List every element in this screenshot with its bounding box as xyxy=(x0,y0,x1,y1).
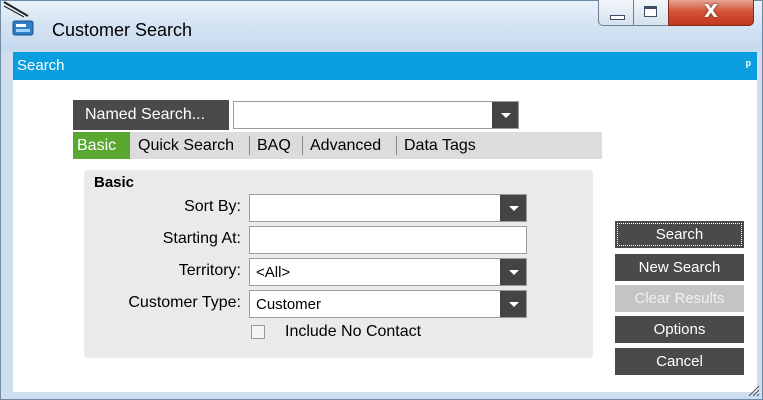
maximize-button[interactable] xyxy=(633,0,669,26)
cancel-button[interactable]: Cancel xyxy=(615,348,744,375)
sort-by-combo[interactable] xyxy=(249,194,527,222)
chevron-down-icon[interactable] xyxy=(500,291,526,317)
chevron-down-icon[interactable] xyxy=(500,195,526,221)
territory-label: Territory: xyxy=(178,262,241,279)
chevron-down-icon[interactable] xyxy=(500,259,526,285)
named-search-button[interactable]: Named Search... xyxy=(73,100,229,130)
options-button[interactable]: Options xyxy=(615,316,744,343)
window-title: Customer Search xyxy=(52,20,193,40)
pin-icon[interactable]: ᵖ xyxy=(746,57,751,72)
include-no-contact-checkbox[interactable] xyxy=(251,325,265,339)
territory-value: <All> xyxy=(256,264,291,281)
maximize-icon xyxy=(644,6,657,17)
search-panel-header: Search ᵖ xyxy=(13,52,757,80)
customer-type-combo[interactable]: Customer xyxy=(249,290,527,318)
tab-data-tags[interactable]: Data Tags xyxy=(400,132,480,159)
minimize-icon xyxy=(610,15,625,20)
close-icon: X xyxy=(704,1,718,22)
starting-at-input[interactable] xyxy=(249,226,527,254)
panel-title: Search xyxy=(17,57,65,74)
customer-type-label: Customer Type: xyxy=(128,294,241,311)
territory-combo[interactable]: <All> xyxy=(249,258,527,286)
named-search-combo[interactable] xyxy=(233,101,519,129)
search-button[interactable]: Search xyxy=(615,221,744,248)
customer-type-value: Customer xyxy=(256,296,322,313)
tab-advanced[interactable]: Advanced xyxy=(306,132,385,159)
close-button[interactable]: X xyxy=(668,0,754,26)
tab-divider xyxy=(396,136,397,155)
tab-baq[interactable]: BAQ xyxy=(253,132,295,159)
cursor-arrow-icon xyxy=(3,1,29,18)
include-no-contact-label[interactable]: Include No Contact xyxy=(285,323,421,341)
search-tabs: Basic Quick Search BAQ Advanced Data Tag… xyxy=(73,132,602,159)
app-icon xyxy=(12,20,34,36)
tab-basic[interactable]: Basic xyxy=(73,132,130,159)
chevron-down-icon[interactable] xyxy=(492,102,518,128)
sort-by-label: Sort By: xyxy=(184,198,241,215)
minimize-button[interactable] xyxy=(598,0,634,26)
resize-grip-icon[interactable] xyxy=(748,385,760,397)
tab-divider xyxy=(249,136,250,155)
tab-divider xyxy=(302,136,303,155)
new-search-button[interactable]: New Search xyxy=(615,254,744,281)
basic-group-title: Basic xyxy=(94,174,135,191)
clear-results-button: Clear Results xyxy=(615,285,744,312)
tab-quick-search[interactable]: Quick Search xyxy=(134,132,238,159)
starting-at-label: Starting At: xyxy=(162,230,241,247)
